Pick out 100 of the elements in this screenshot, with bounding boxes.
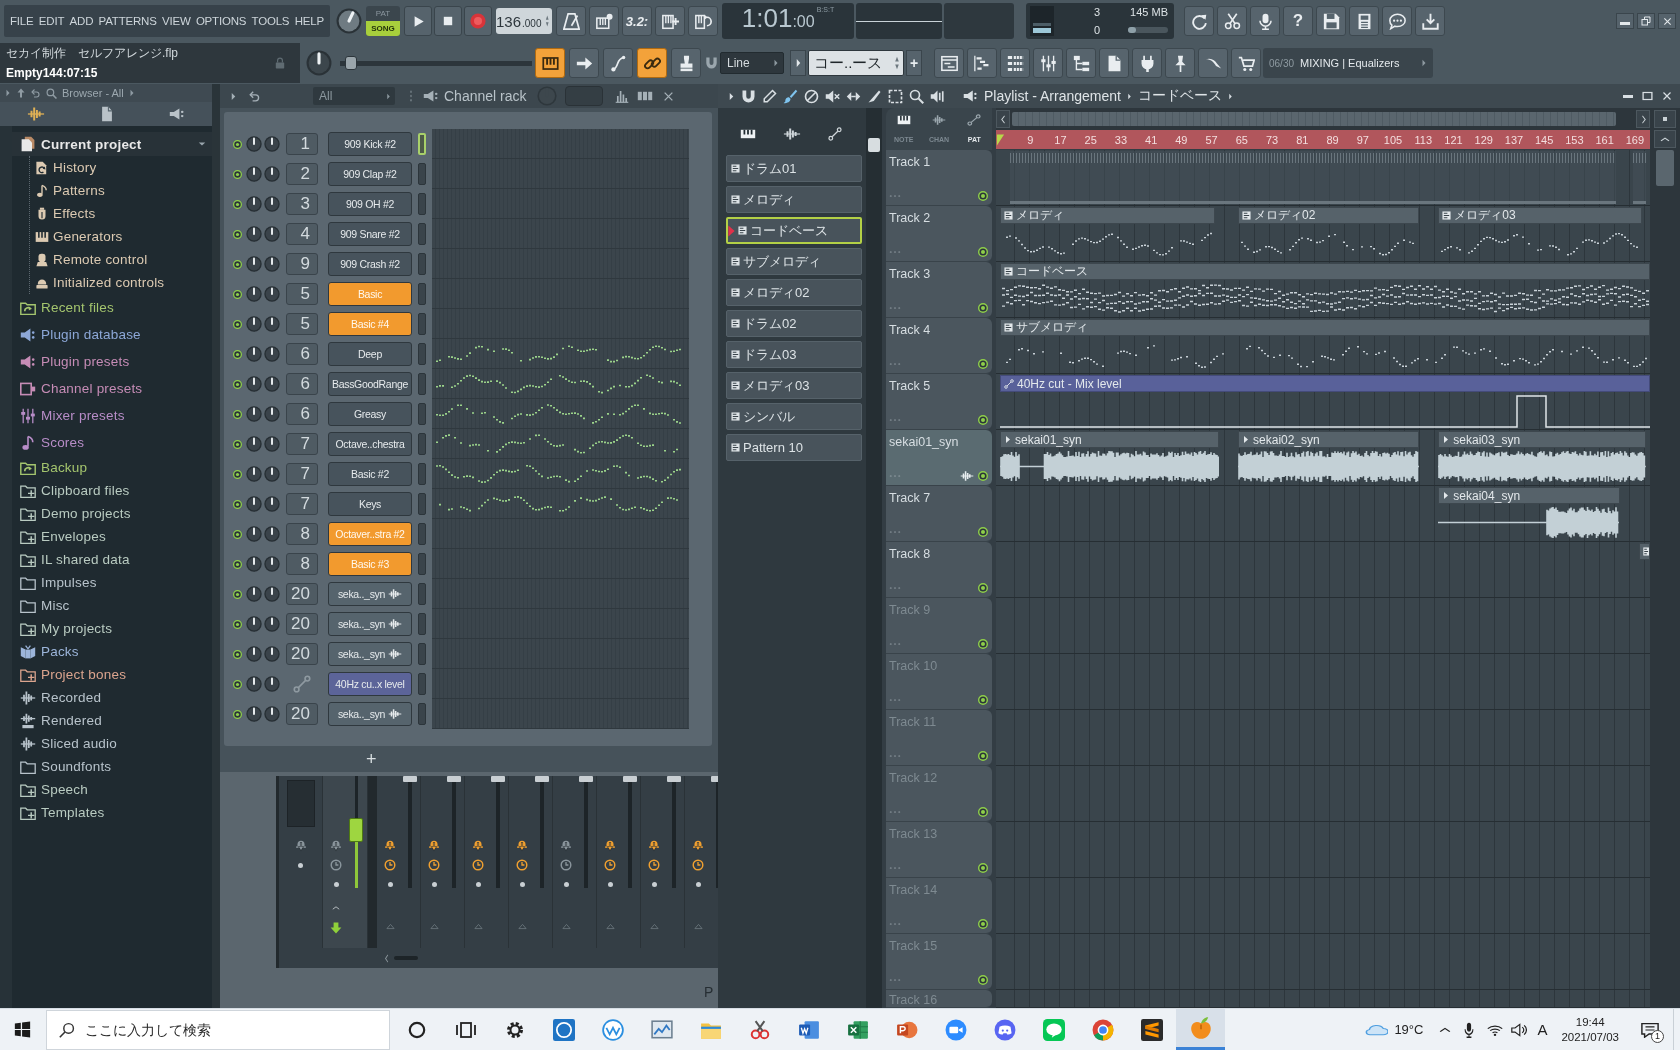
microphone-icon[interactable]	[1463, 1021, 1476, 1038]
menu-item[interactable]: ADD	[69, 15, 94, 27]
mixer-track-number[interactable]: 20	[286, 643, 318, 665]
close-icon[interactable]	[662, 90, 674, 102]
metronome-button[interactable]	[556, 6, 586, 36]
pattern-menu-button[interactable]	[790, 50, 806, 76]
menu-item[interactable]: HELP	[294, 15, 324, 27]
menu-item[interactable]: PATTERNS	[98, 15, 157, 27]
send-arrow-icon[interactable]	[471, 838, 485, 852]
channel-button[interactable]: Octave..chestra	[328, 432, 412, 456]
channel-button[interactable]: BassGoodRange	[328, 372, 412, 396]
mixer-track-number[interactable]: 5	[286, 313, 318, 335]
current-pattern-label[interactable]: コードベース	[1137, 87, 1222, 105]
pan-knob[interactable]	[264, 616, 280, 632]
track-name[interactable]: Track 2	[889, 211, 988, 225]
channel-led[interactable]	[233, 349, 242, 359]
tree-item-label[interactable]: Remote control	[53, 252, 148, 267]
tempo-field[interactable]: 136.000	[496, 8, 552, 34]
project-info-button[interactable]	[1099, 48, 1129, 78]
channel-button[interactable]: 40Hz cu..x level	[328, 672, 412, 696]
pattern-clip[interactable]: サブメロディ	[1000, 319, 1650, 372]
scrollbar-thumb[interactable]	[1012, 112, 1616, 126]
channel-button[interactable]: Basic #2	[328, 462, 412, 486]
volume-knob[interactable]	[246, 286, 262, 302]
pattern-item[interactable]: サブメロディ	[726, 248, 862, 275]
channel-led[interactable]	[233, 199, 242, 209]
pan-knob[interactable]	[264, 706, 280, 722]
minimize-button[interactable]	[1616, 13, 1634, 29]
menu-item[interactable]: EDIT	[38, 15, 65, 27]
volume-knob[interactable]	[246, 256, 262, 272]
volume-icon[interactable]	[1511, 1022, 1528, 1037]
waveform-icon[interactable]	[783, 127, 801, 141]
pencil-icon[interactable]	[762, 88, 777, 104]
track-led[interactable]	[978, 527, 988, 537]
track-led[interactable]	[978, 359, 988, 369]
track-header[interactable]: sekai01_syn	[886, 430, 992, 486]
tree-item-label[interactable]: Recent files	[41, 300, 114, 315]
caret-right-icon[interactable]	[230, 91, 237, 101]
channel-led[interactable]	[233, 409, 242, 419]
caret-right-icon[interactable]	[128, 89, 135, 97]
volume-knob[interactable]	[246, 436, 262, 452]
track-led[interactable]	[978, 807, 988, 817]
tree-item-label[interactable]: Mixer presets	[41, 408, 125, 423]
pan-knob[interactable]	[264, 406, 280, 422]
chevron-up-icon[interactable]	[1439, 1025, 1452, 1034]
cut-button[interactable]	[1217, 6, 1247, 36]
zoom-icon[interactable]	[909, 88, 924, 104]
channel-led[interactable]	[233, 379, 242, 389]
columns-icon[interactable]	[636, 89, 653, 103]
channel-led[interactable]	[233, 499, 242, 509]
mixer-track-number[interactable]: 20	[286, 583, 318, 605]
fader-handle[interactable]	[535, 776, 549, 782]
channel-led[interactable]	[233, 259, 242, 269]
down-arrow-icon[interactable]	[330, 922, 342, 934]
arrow-right-icon[interactable]	[16, 88, 26, 98]
pattern-item[interactable]: メロディ	[726, 186, 862, 213]
tree-item-label[interactable]: My projects	[41, 621, 113, 636]
pattern-item[interactable]: メロディ03	[726, 372, 862, 399]
track-led[interactable]	[978, 751, 988, 761]
track-led[interactable]	[978, 247, 988, 257]
blend-notes-button[interactable]	[655, 6, 685, 36]
search-field[interactable]: ここに入力して検索	[85, 1021, 365, 1038]
tree-item-label[interactable]: Project bones	[41, 667, 127, 682]
volume-knob[interactable]	[246, 526, 262, 542]
volume-knob[interactable]	[246, 676, 262, 692]
fader-handle[interactable]	[349, 818, 363, 842]
channel-led[interactable]	[233, 139, 242, 149]
channel-button[interactable]: 909 Crash #2	[328, 252, 412, 276]
volume-knob[interactable]	[246, 706, 262, 722]
volume-knob[interactable]	[246, 556, 262, 572]
input-mode-indicator[interactable]: A	[1537, 1021, 1548, 1038]
speaker-bars-icon[interactable]	[930, 88, 945, 104]
tree-item-label[interactable]: Channel presets	[41, 381, 143, 396]
pattern-item[interactable]: コードベース	[726, 217, 862, 244]
channel-led[interactable]	[233, 649, 242, 659]
caret-right-icon[interactable]	[728, 91, 735, 101]
track-led[interactable]	[978, 695, 988, 705]
mixer-track-number[interactable]: 7	[286, 493, 318, 515]
restore-button[interactable]	[1637, 13, 1655, 29]
automation-clip[interactable]: 40Hz cut - Mix level	[1000, 375, 1650, 428]
drum-clip[interactable]	[1009, 151, 1616, 204]
master-volume-knob[interactable]	[336, 8, 362, 34]
caret-down-icon[interactable]	[198, 141, 206, 147]
menu-item[interactable]: FILE	[10, 15, 34, 27]
notification-icon[interactable]	[1641, 1021, 1659, 1038]
tree-item-label[interactable]: Soundfonts	[41, 759, 112, 774]
undo-icon[interactable]	[249, 90, 261, 102]
mode-option[interactable]: SONG	[366, 21, 400, 36]
scroll-up-button[interactable]	[1654, 130, 1676, 148]
volume-knob[interactable]	[246, 316, 262, 332]
tree-item-label[interactable]: Clipboard files	[41, 483, 130, 498]
pattern-clip[interactable]: メロディ	[1000, 207, 1216, 260]
speaker-icon[interactable]	[963, 89, 978, 103]
track-name[interactable]: Track 7	[889, 491, 988, 505]
track-led[interactable]	[978, 303, 988, 313]
chevron-left-icon[interactable]	[384, 953, 390, 963]
pan-knob[interactable]	[264, 376, 280, 392]
piano-roll-button[interactable]	[967, 48, 997, 78]
curve-icon[interactable]	[967, 114, 982, 126]
scrollbar-thumb[interactable]	[868, 138, 880, 152]
